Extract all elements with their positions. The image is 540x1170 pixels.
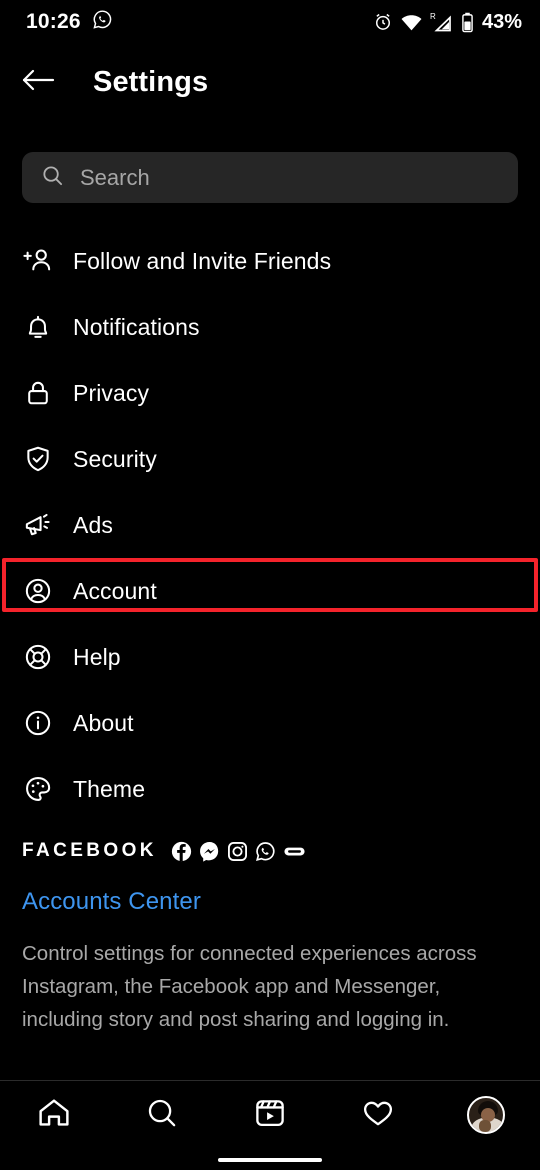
megaphone-icon: [7, 510, 69, 540]
nav-item-search[interactable]: [122, 1096, 202, 1135]
avatar-arm: [479, 1120, 491, 1132]
menu-item-about[interactable]: About: [0, 690, 540, 756]
menu-item-security[interactable]: Security: [0, 426, 540, 492]
menu-item-label: Ads: [73, 511, 113, 538]
lifebuoy-icon: [7, 642, 69, 672]
status-bar-right: R 43%: [373, 11, 522, 34]
lock-icon: [7, 378, 69, 408]
search-box[interactable]: Search: [22, 152, 518, 203]
whatsapp-icon: [92, 9, 113, 35]
facebook-section-description: Control settings for connected experienc…: [22, 942, 477, 1031]
nav-item-profile[interactable]: [446, 1096, 526, 1134]
facebook-section: FACEBOOK Accounts Center Control setting…: [22, 840, 522, 1036]
menu-item-label: Privacy: [73, 379, 150, 406]
facebook-section-header: FACEBOOK: [22, 840, 522, 862]
menu-item-label: Notifications: [73, 313, 200, 340]
back-arrow-icon: [21, 67, 55, 98]
add-person-icon: [7, 246, 69, 276]
status-bar-left: 10:26: [26, 9, 113, 35]
back-button[interactable]: [7, 67, 69, 98]
facebook-heading: FACEBOOK: [22, 840, 157, 861]
menu-item-label: About: [73, 709, 134, 736]
facebook-icon: [171, 841, 192, 862]
menu-item-label: Security: [73, 445, 157, 472]
reels-icon: [253, 1096, 287, 1135]
search-input[interactable]: Search: [80, 165, 150, 191]
menu-item-notifications[interactable]: Notifications: [0, 294, 540, 360]
signal-roaming-icon: R: [430, 11, 454, 33]
menu-item-theme[interactable]: Theme: [0, 756, 540, 822]
search-bar[interactable]: Search: [22, 152, 518, 203]
bell-icon: [7, 312, 69, 342]
nav-item-reels[interactable]: [230, 1096, 310, 1135]
heart-icon: [361, 1096, 395, 1135]
palette-icon: [7, 774, 69, 804]
account-circle-icon: [7, 576, 69, 606]
home-icon: [36, 1095, 72, 1136]
menu-item-label: Theme: [73, 775, 146, 802]
messenger-icon: [199, 841, 220, 862]
menu-item-label: Follow and Invite Friends: [73, 247, 332, 274]
whatsapp-icon: [255, 841, 276, 862]
menu-item-follow-and-invite-friends[interactable]: Follow and Invite Friends: [0, 228, 540, 294]
settings-menu: Follow and Invite Friends Notifications …: [0, 228, 540, 822]
status-bar: 10:26 R 43%: [0, 0, 540, 44]
menu-item-help[interactable]: Help: [0, 624, 540, 690]
battery-icon: [461, 12, 474, 33]
menu-item-privacy[interactable]: Privacy: [0, 360, 540, 426]
facebook-brand-icons: [171, 841, 306, 862]
wifi-icon: [400, 12, 423, 32]
nav-item-activity[interactable]: [338, 1096, 418, 1135]
page-header: Settings: [0, 44, 540, 120]
shield-check-icon: [7, 444, 69, 474]
menu-item-account[interactable]: Account: [0, 558, 540, 624]
accounts-center-link[interactable]: Accounts Center: [22, 888, 522, 916]
alarm-icon: [373, 12, 393, 32]
menu-item-ads[interactable]: Ads: [0, 492, 540, 558]
bottom-navigation: [0, 1081, 540, 1149]
menu-item-label: Account: [73, 577, 157, 604]
instagram-icon: [227, 841, 248, 862]
status-time: 10:26: [26, 10, 81, 33]
search-icon: [41, 164, 64, 192]
search-icon: [145, 1096, 179, 1135]
info-circle-icon: [7, 708, 69, 738]
meta-oval-icon: [283, 841, 306, 862]
battery-percent: 43%: [481, 10, 522, 33]
gesture-bar[interactable]: [218, 1158, 322, 1162]
svg-text:R: R: [430, 12, 436, 21]
settings-screen: 10:26 R 43% Settings Search Follow and I…: [0, 0, 540, 1170]
profile-avatar: [467, 1096, 505, 1134]
nav-item-home[interactable]: [14, 1095, 94, 1136]
page-title: Settings: [93, 65, 209, 98]
menu-item-label: Help: [73, 643, 121, 670]
